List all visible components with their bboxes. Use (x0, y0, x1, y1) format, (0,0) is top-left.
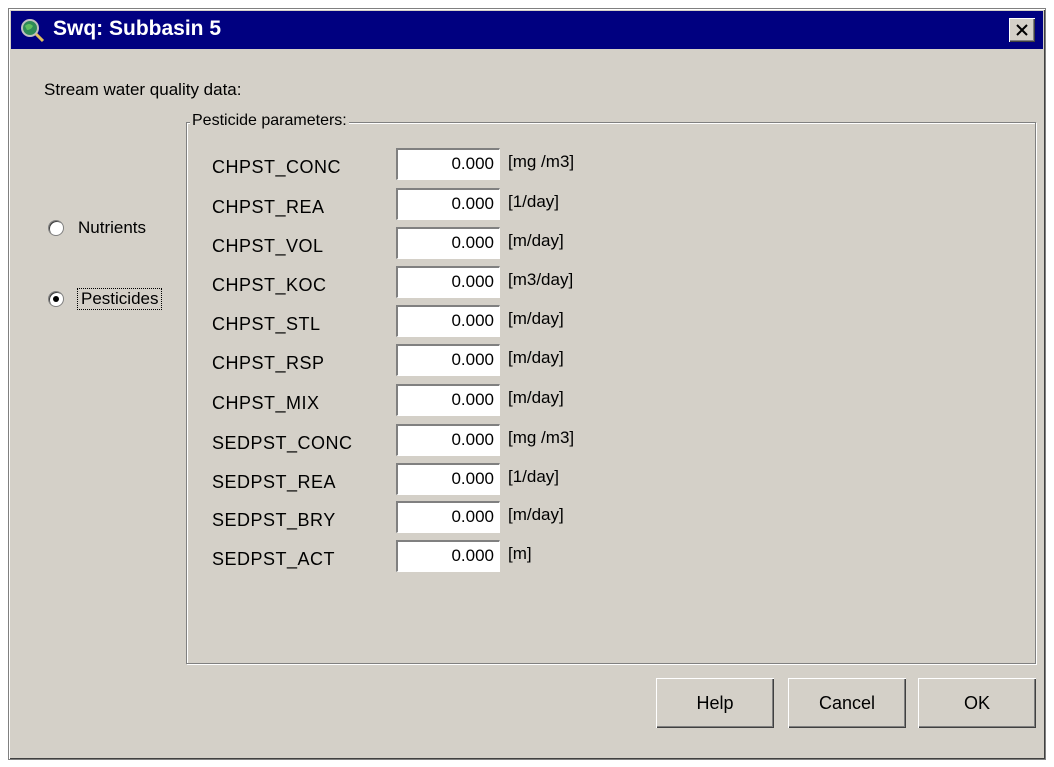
param-unit: [1/day] (508, 192, 560, 211)
param-input[interactable]: 0.000 (396, 540, 500, 572)
radio-indicator (48, 220, 64, 236)
param-unit: [m/day] (508, 231, 564, 250)
param-unit: [m/day] (508, 388, 564, 407)
param-label: CHPST_KOC (212, 275, 327, 295)
param-label: SEDPST_CONC (212, 433, 353, 453)
close-icon (1016, 24, 1028, 36)
param-unit: [m/day] (508, 505, 564, 524)
param-input[interactable]: 0.000 (396, 266, 500, 298)
param-input[interactable]: 0.000 (396, 463, 500, 495)
param-label: SEDPST_ACT (212, 549, 336, 569)
title-bar[interactable]: Swq: Subbasin 5 (11, 11, 1043, 49)
param-unit: [mg /m3] (508, 428, 575, 447)
help-button[interactable]: Help (656, 678, 774, 728)
globe-magnifier-icon (19, 17, 45, 43)
section-heading: Stream water quality data: (44, 80, 242, 99)
param-label: CHPST_STL (212, 314, 321, 334)
param-unit: [m3/day] (508, 270, 574, 289)
param-input[interactable]: 0.000 (396, 305, 500, 337)
param-label: SEDPST_REA (212, 472, 337, 492)
ok-button[interactable]: OK (918, 678, 1036, 728)
nutrients-radio[interactable]: Nutrients (48, 218, 146, 238)
param-label: CHPST_MIX (212, 393, 320, 413)
param-unit: [m/day] (508, 309, 564, 328)
param-label: CHPST_RSP (212, 353, 325, 373)
cancel-button[interactable]: Cancel (788, 678, 906, 728)
param-input[interactable]: 0.000 (396, 188, 500, 220)
param-unit: [m/day] (508, 348, 564, 367)
window-title: Swq: Subbasin 5 (53, 17, 222, 40)
param-unit: [mg /m3] (508, 152, 575, 171)
param-input[interactable]: 0.000 (396, 227, 500, 259)
param-input[interactable]: 0.000 (396, 344, 500, 376)
param-input[interactable]: 0.000 (396, 424, 500, 456)
param-input[interactable]: 0.000 (396, 384, 500, 416)
param-label: CHPST_REA (212, 197, 325, 217)
group-title: Pesticide parameters: (190, 112, 349, 130)
param-unit: [m] (508, 544, 532, 563)
param-input[interactable]: 0.000 (396, 501, 500, 533)
param-label: SEDPST_BRY (212, 510, 336, 530)
param-label: CHPST_VOL (212, 236, 324, 256)
param-label: CHPST_CONC (212, 157, 342, 177)
param-unit: [1/day] (508, 467, 560, 486)
pesticides-label: Pesticides (76, 288, 163, 310)
close-button[interactable] (1009, 18, 1035, 42)
param-input[interactable]: 0.000 (396, 148, 500, 180)
pesticides-radio[interactable]: Pesticides (48, 288, 163, 310)
nutrients-label: Nutrients (78, 218, 147, 237)
radio-indicator-selected (48, 291, 64, 307)
